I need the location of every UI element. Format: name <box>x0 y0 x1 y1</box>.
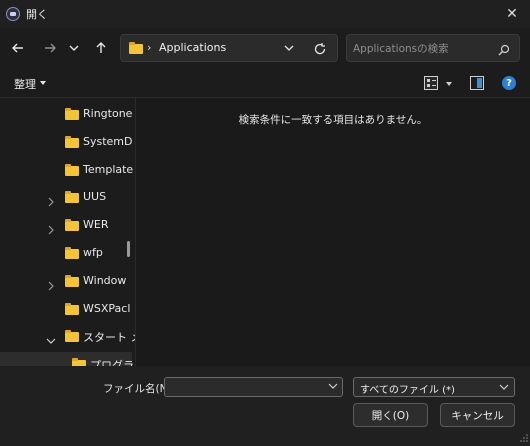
navigation-bar: › Applications Applicationsの検索 <box>0 28 530 68</box>
organize-button[interactable]: 整理 <box>14 76 36 92</box>
open-button[interactable]: 開く(O) <box>353 403 428 427</box>
view-options-icon[interactable] <box>424 76 438 90</box>
filetype-value: すべてのファイル (*) <box>360 385 455 396</box>
sidebar-item[interactable]: SystemD <box>0 130 133 154</box>
sidebar-item[interactable]: UUS <box>0 185 132 209</box>
folder-icon <box>65 302 79 315</box>
view-dropdown-icon[interactable] <box>446 82 452 86</box>
address-bar[interactable]: › Applications <box>120 34 338 62</box>
up-arrow-icon[interactable] <box>89 36 113 60</box>
chevron-right-icon[interactable] <box>46 276 56 291</box>
cancel-button[interactable]: キャンセル <box>440 403 515 427</box>
sidebar-item-label: スタート メ <box>83 331 136 345</box>
filetype-select[interactable]: すべてのファイル (*) <box>353 377 515 397</box>
sidebar-item-label: Window <box>83 273 127 287</box>
folder-icon <box>65 163 79 176</box>
back-arrow-icon[interactable] <box>6 36 30 60</box>
breadcrumb-applications[interactable]: Applications <box>159 41 226 54</box>
folder-icon <box>65 219 79 232</box>
scrollbar-thumb[interactable] <box>127 241 130 257</box>
sidebar-item[interactable]: WSXPacl <box>0 297 132 321</box>
folder-icon <box>129 42 143 54</box>
resize-grip-icon[interactable] <box>520 427 528 442</box>
chevron-right-icon[interactable] <box>46 220 56 235</box>
folder-icon <box>65 274 79 287</box>
sidebar-item[interactable]: スタート メ <box>0 324 135 348</box>
empty-message: 検索条件に一致する項目はありません。 <box>238 114 428 126</box>
file-list-area: 検索条件に一致する項目はありません。 <box>136 98 530 366</box>
breadcrumb-separator: › <box>147 41 152 54</box>
sidebar-item-label: Template <box>83 162 134 176</box>
sidebar-item-label: WSXPacl <box>83 301 131 315</box>
forward-arrow-icon[interactable] <box>38 36 62 60</box>
app-icon <box>6 7 20 21</box>
help-icon[interactable]: ? <box>502 76 516 90</box>
chevron-right-icon[interactable] <box>46 192 56 207</box>
chevron-down-icon[interactable] <box>53 359 63 366</box>
title-bar: 開く ✕ <box>0 0 530 28</box>
chevron-down-icon[interactable] <box>62 36 86 60</box>
filetype-dropdown-icon[interactable] <box>498 380 510 394</box>
organize-dropdown-icon[interactable] <box>40 81 46 85</box>
sidebar-item[interactable]: Ringtone <box>0 102 132 126</box>
folder-icon <box>65 108 79 120</box>
search-box[interactable]: Applicationsの検索 <box>346 34 520 62</box>
sidebar-item[interactable]: WER <box>0 213 132 237</box>
sidebar-item[interactable]: Template <box>0 158 134 182</box>
sidebar-item-label: Ringtone <box>83 107 133 120</box>
folder-icon <box>65 247 79 259</box>
search-icon[interactable] <box>497 42 511 56</box>
close-icon[interactable]: ✕ <box>498 0 526 28</box>
preview-pane-icon[interactable] <box>470 76 484 90</box>
sidebar-item-label: プログラ <box>90 359 134 366</box>
filename-dropdown-icon[interactable] <box>327 379 339 393</box>
sidebar-item-label: WER <box>83 218 109 232</box>
navigation-pane: Ringtone SystemD Template UUS WER wfp Window WS… <box>0 98 136 366</box>
command-bar: 整理 ? <box>0 68 530 98</box>
address-dropdown-icon[interactable] <box>281 39 297 57</box>
window-title: 開く <box>26 8 48 21</box>
filename-input[interactable] <box>164 377 343 397</box>
dialog-footer: ファイル名(N): すべてのファイル (*) 開く(O) キャンセル <box>0 366 530 442</box>
chevron-down-icon[interactable] <box>46 331 56 345</box>
sidebar-item[interactable]: Window <box>0 269 132 293</box>
folder-icon <box>65 330 79 343</box>
sidebar-item[interactable]: wfp <box>0 241 132 265</box>
sidebar-item[interactable]: プログラ <box>0 352 134 366</box>
search-input[interactable]: Applicationsの検索 <box>353 41 449 56</box>
folder-icon <box>65 135 79 148</box>
sidebar-item-label: wfp <box>83 246 103 259</box>
refresh-icon[interactable] <box>311 40 329 58</box>
sidebar-item-label: SystemD <box>83 134 133 148</box>
sidebar-item-label: UUS <box>83 190 107 204</box>
folder-icon <box>65 191 79 204</box>
